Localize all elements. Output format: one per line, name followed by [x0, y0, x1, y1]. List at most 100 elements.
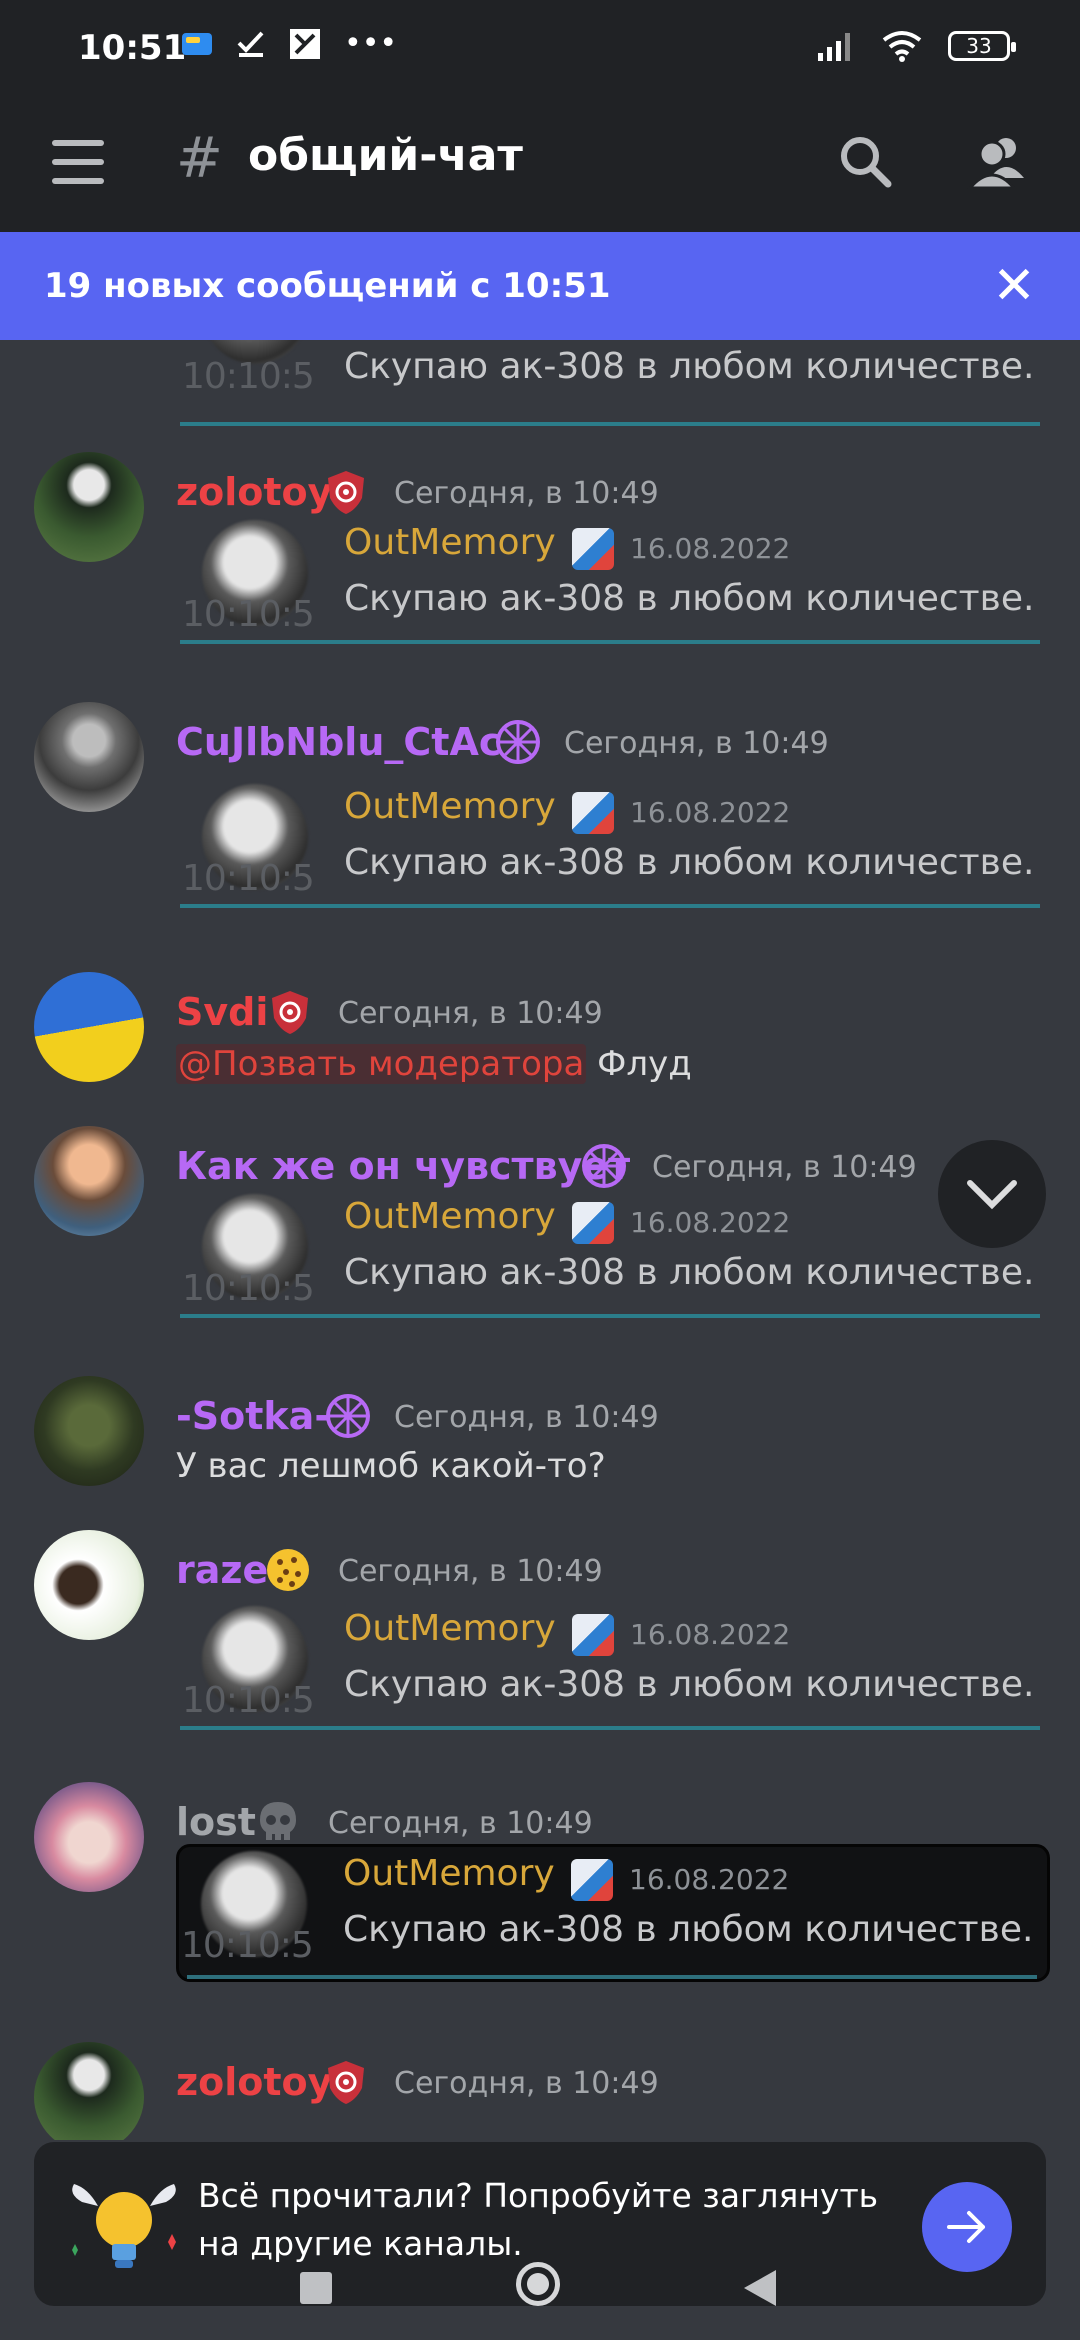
shield-role-icon	[328, 2061, 364, 2104]
wallet-notification-icon	[182, 32, 212, 55]
embed-divider	[180, 422, 1040, 426]
cube-badge-icon	[572, 1614, 614, 1656]
system-icons: 33	[816, 30, 1016, 62]
message-embed[interactable]: 10:10:5 OutMemory 16.08.2022 Скупаю ак-3…	[180, 516, 1040, 644]
embed-date: 16.08.2022	[630, 1618, 791, 1651]
timestamp: Сегодня, в 10:49	[338, 996, 603, 1031]
embed-divider	[180, 1314, 1040, 1318]
message-embed[interactable]: 10:10:5 OutMemory 16.08.2022 Скупаю ак-3…	[180, 780, 1040, 908]
role-mention[interactable]: @Позвать модератора	[176, 1044, 587, 1084]
embed-divider	[180, 640, 1040, 644]
timestamp: Сегодня, в 10:49	[338, 1554, 603, 1589]
username[interactable]: Svdi	[176, 990, 268, 1034]
status-time: 10:51	[78, 28, 187, 68]
username[interactable]: zolotoy	[176, 470, 332, 514]
channel-hash-icon: #	[176, 126, 223, 191]
shield-role-icon	[328, 471, 364, 514]
recent-apps-icon[interactable]	[300, 2272, 332, 2304]
scroll-to-bottom-button[interactable]	[938, 1140, 1046, 1248]
new-messages-text: 19 новых сообщений с 10:51	[44, 266, 611, 306]
message-body: Флуд	[586, 1044, 692, 1084]
avatar[interactable]	[34, 1530, 144, 1640]
embed-author[interactable]: OutMemory	[343, 1853, 555, 1894]
timestamp: Сегодня, в 10:49	[394, 476, 659, 511]
cube-badge-icon	[571, 1859, 613, 1901]
system-nav-bar	[0, 2240, 1080, 2340]
notification-icons: •••	[180, 26, 397, 61]
avatar[interactable]	[34, 972, 144, 1082]
embed-text: Скупаю ак-308 в любом количестве.	[344, 578, 1035, 619]
cube-badge-icon	[572, 1202, 614, 1244]
embed-ghost-text: 10:10:5	[182, 858, 315, 899]
wifi-icon	[882, 31, 922, 62]
embed-text: Скупаю ак-308 в любом количестве.	[344, 1252, 1035, 1293]
embed-author[interactable]: OutMemory	[344, 1196, 556, 1237]
search-icon[interactable]	[834, 130, 898, 194]
members-icon[interactable]	[966, 130, 1030, 194]
timestamp: Сегодня, в 10:49	[652, 1150, 917, 1185]
timestamp: Сегодня, в 10:49	[394, 1400, 659, 1435]
embed-date: 16.08.2022	[630, 1206, 791, 1239]
cube-badge-icon	[572, 528, 614, 570]
close-icon[interactable]: ✕	[984, 256, 1044, 316]
nitro-role-icon	[326, 1394, 370, 1438]
shield-role-icon	[272, 991, 308, 1034]
embed-text: Скупаю ак-308 в любом количестве.	[344, 1664, 1035, 1705]
username[interactable]: lost	[176, 1800, 256, 1844]
message-text: @Позвать модератора Флуд	[176, 1044, 692, 1084]
channel-title: общий-чат	[248, 130, 523, 181]
embed-author[interactable]: OutMemory	[344, 1608, 556, 1649]
timestamp: Сегодня, в 10:49	[394, 2066, 659, 2101]
checklist-notification-icon	[237, 31, 264, 57]
channel-header: # общий-чат	[0, 96, 1080, 232]
signal-icon	[818, 33, 850, 61]
status-bar: 10:51 ••• 33	[0, 0, 1080, 96]
message-embed[interactable]: 10:10:5 OutMemory 16.08.2022 Скупаю ак-3…	[180, 1602, 1040, 1730]
username[interactable]: Как же он чувствует	[176, 1144, 630, 1188]
embed-date: 16.08.2022	[630, 796, 791, 829]
embed-ghost-text: 10:10:5	[182, 356, 315, 397]
avatar[interactable]	[34, 2042, 144, 2140]
embed-ghost-text: 10:10:5	[182, 594, 315, 635]
embed-date: 16.08.2022	[630, 532, 791, 565]
battery-level: 33	[966, 34, 992, 58]
username[interactable]: raze	[176, 1548, 268, 1592]
embed-date: 16.08.2022	[629, 1863, 790, 1896]
menu-icon[interactable]	[52, 140, 104, 184]
message-embed[interactable]: 10:10:5 OutMemory 16.08.2022 Скупаю ак-3…	[176, 1844, 1050, 1982]
avatar[interactable]	[34, 452, 144, 562]
battery-icon: 33	[948, 31, 1016, 61]
message-embed[interactable]: 10:10:5 Скупаю ак-308 в любом количестве…	[180, 340, 1040, 426]
back-icon[interactable]	[744, 2270, 776, 2306]
embed-ghost-text: 10:10:5	[182, 1268, 315, 1309]
embed-author[interactable]: OutMemory	[344, 522, 556, 563]
embed-ghost-text: 10:10:5	[182, 1680, 315, 1721]
nitro-role-icon	[582, 1144, 626, 1188]
avatar[interactable]	[34, 1782, 144, 1892]
timestamp: Сегодня, в 10:49	[564, 726, 829, 761]
embed-text: Скупаю ак-308 в любом количестве.	[343, 1909, 1034, 1950]
home-icon[interactable]	[516, 2262, 560, 2306]
avatar[interactable]	[34, 1376, 144, 1486]
cube-badge-icon	[572, 792, 614, 834]
embed-divider	[180, 1726, 1040, 1730]
username[interactable]: zolotoy	[176, 2060, 332, 2104]
message-feed[interactable]: 10:10:5 Скупаю ак-308 в любом количестве…	[0, 340, 1080, 2140]
new-messages-banner[interactable]: 19 новых сообщений с 10:51 ✕	[0, 232, 1080, 340]
app-notification-icon	[290, 28, 320, 59]
nitro-role-icon	[496, 720, 540, 764]
embed-author[interactable]: OutMemory	[344, 786, 556, 827]
chevron-down-icon	[967, 1180, 1017, 1210]
embed-divider	[187, 1975, 1037, 1979]
message-embed[interactable]: 10:10:5 OutMemory 16.08.2022 Скупаю ак-3…	[180, 1190, 1040, 1318]
avatar[interactable]	[34, 702, 144, 812]
embed-text: Скупаю ак-308 в любом количестве.	[344, 842, 1035, 883]
message-body: У вас лешмоб какой-то?	[176, 1446, 606, 1486]
username[interactable]: CuJlbNblu_CtAc	[176, 720, 501, 764]
embed-divider	[180, 904, 1040, 908]
embed-ghost-text: 10:10:5	[181, 1925, 314, 1966]
embed-text: Скупаю ак-308 в любом количестве.	[344, 346, 1035, 387]
avatar[interactable]	[34, 1126, 144, 1236]
timestamp: Сегодня, в 10:49	[328, 1806, 593, 1841]
username[interactable]: -Sotka-	[176, 1394, 330, 1438]
